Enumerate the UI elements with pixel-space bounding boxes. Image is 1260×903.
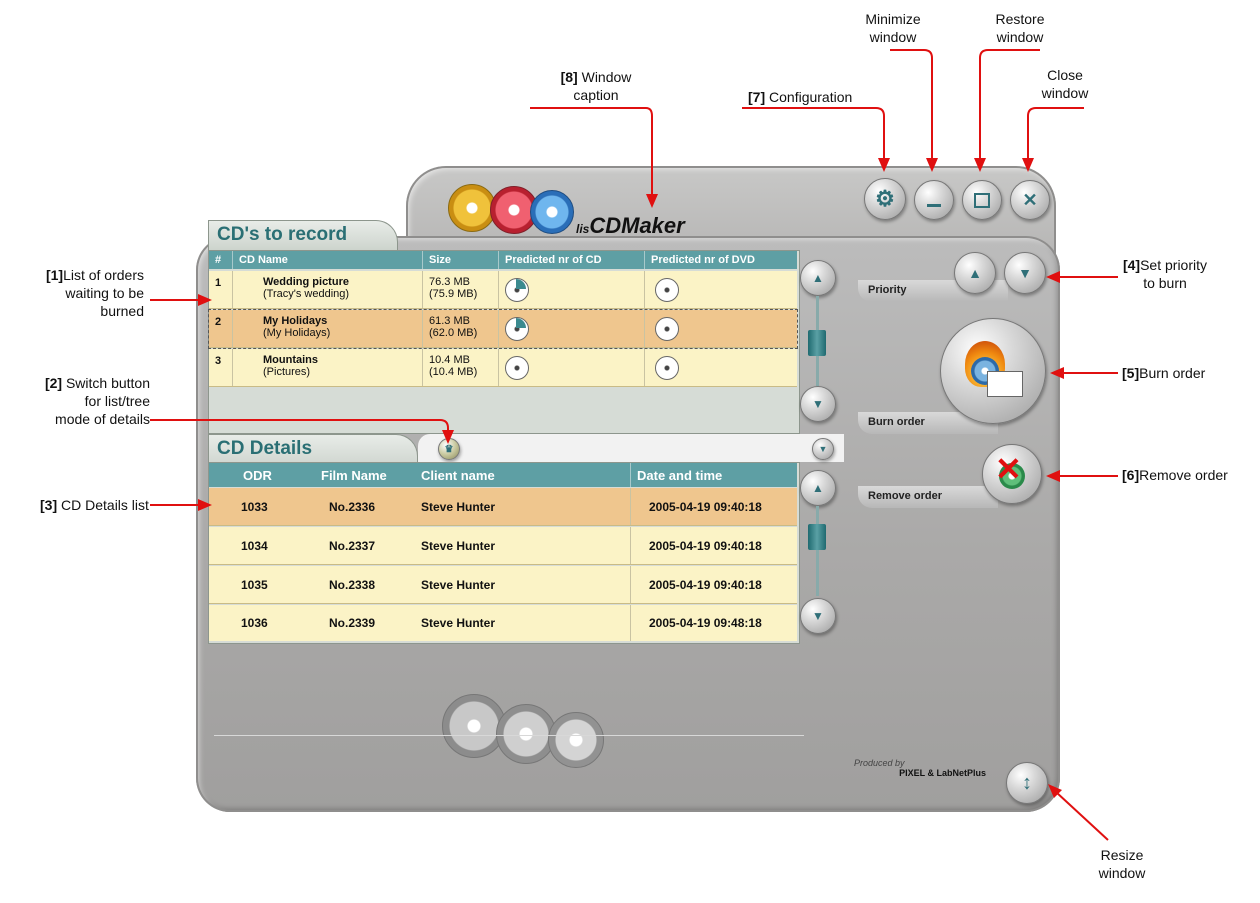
arrowhead-minimize bbox=[926, 158, 938, 172]
arrow-close bbox=[1027, 107, 1084, 160]
arrow-resize bbox=[1055, 791, 1109, 841]
arrowhead-close bbox=[1022, 158, 1034, 172]
arrowhead-window-caption bbox=[646, 194, 658, 208]
arrowhead-configuration bbox=[878, 158, 890, 172]
arrow-minimize bbox=[890, 49, 933, 160]
arrowhead-priority bbox=[1046, 271, 1060, 283]
arrowhead-cd-details bbox=[198, 499, 212, 511]
arrow-configuration bbox=[742, 107, 885, 160]
arrowhead-restore bbox=[974, 158, 986, 172]
arrowhead-remove bbox=[1046, 470, 1060, 482]
arrow-restore bbox=[979, 49, 1040, 160]
annotation-arrows bbox=[150, 49, 1118, 841]
arrow-window-caption bbox=[530, 107, 653, 196]
arrow-switch bbox=[150, 419, 449, 432]
arrowhead-list-orders bbox=[198, 294, 212, 306]
arrowhead-switch bbox=[442, 430, 454, 444]
arrowhead-burn bbox=[1050, 367, 1064, 379]
